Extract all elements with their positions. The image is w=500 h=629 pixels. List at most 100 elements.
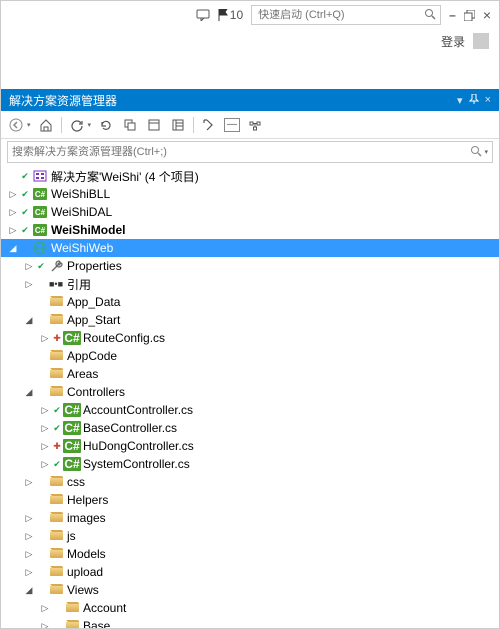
expander-icon[interactable]: ▷	[23, 567, 35, 578]
tree-node[interactable]: ▷ js	[1, 527, 499, 545]
tree-node-label: App_Start	[67, 313, 120, 327]
tree-node[interactable]: ▷Account	[1, 599, 499, 617]
tree-node[interactable]: ◢Views	[1, 581, 499, 599]
panel-header: 解决方案资源管理器 ▾ ×	[1, 89, 499, 111]
panel-title: 解决方案资源管理器	[9, 92, 117, 109]
tree-node[interactable]: ▷ images	[1, 509, 499, 527]
filter-search-icon[interactable]	[470, 145, 482, 160]
expander-icon[interactable]: ◢	[23, 315, 35, 326]
tree-node[interactable]: ◢ App_Start	[1, 311, 499, 329]
quick-launch-search[interactable]	[251, 5, 441, 25]
tree-node[interactable]: ▷✔C#BaseController.cs	[1, 419, 499, 437]
tree-node[interactable]: ▷✔C#SystemController.cs	[1, 455, 499, 473]
tree-node[interactable]: ▷upload	[1, 563, 499, 581]
expander-icon[interactable]: ▷	[23, 549, 35, 560]
toolbar: ▾ ▾ —	[1, 111, 499, 139]
expander-icon[interactable]: ◢	[23, 387, 35, 398]
tree-node-label: WeiShiDAL	[51, 205, 112, 219]
avatar-icon[interactable]	[473, 33, 489, 49]
expander-icon[interactable]: ▷	[7, 207, 19, 218]
tree-node[interactable]: ▷✔Properties	[1, 257, 499, 275]
sync-icon[interactable]	[68, 116, 86, 134]
expander-icon[interactable]: ▷	[39, 405, 51, 416]
spacer	[1, 53, 499, 89]
notifications-flag[interactable]: 10	[218, 8, 243, 22]
expander-icon[interactable]: ▷	[7, 189, 19, 200]
search-icon[interactable]	[424, 8, 436, 23]
restore-icon[interactable]	[464, 10, 475, 21]
back-dropdown-icon[interactable]: ▾	[27, 121, 31, 129]
flag-count: 10	[230, 8, 243, 22]
tree-node[interactable]: ▷✔C#WeiShiModel	[1, 221, 499, 239]
tree-node[interactable]: Helpers	[1, 491, 499, 509]
tree-node-label: Models	[67, 547, 106, 561]
tree-node-label: HuDongController.cs	[83, 439, 194, 453]
show-all-icon[interactable]	[145, 116, 163, 134]
tree-node-label: images	[67, 511, 106, 525]
panel-menu-icon[interactable]: ▾	[457, 94, 463, 107]
view-mode-icon[interactable]: —	[224, 118, 240, 132]
expander-icon[interactable]: ▷	[23, 477, 35, 488]
tree-node[interactable]: ▷✔C#WeiShiDAL	[1, 203, 499, 221]
quick-launch-input[interactable]	[256, 9, 424, 21]
filter-box[interactable]: ▾	[7, 141, 493, 163]
expander-icon[interactable]: ▷	[23, 261, 35, 272]
preview-icon[interactable]	[200, 116, 218, 134]
solution-tree[interactable]: ✔解决方案'WeiShi' (4 个项目)▷✔C#WeiShiBLL▷✔C#We…	[1, 167, 499, 628]
login-link[interactable]: 登录	[441, 33, 465, 50]
expander-icon[interactable]: ▷	[23, 513, 35, 524]
expander-icon[interactable]: ▷	[7, 225, 19, 236]
tree-node[interactable]: Areas	[1, 365, 499, 383]
close-icon[interactable]: ×	[483, 7, 491, 23]
expander-icon[interactable]: ◢	[23, 585, 35, 596]
tree-node-label: AccountController.cs	[83, 403, 193, 417]
tree-node[interactable]: ▷ css	[1, 473, 499, 491]
tree-node[interactable]: ▷Base	[1, 617, 499, 628]
minimize-icon[interactable]: –	[449, 8, 456, 22]
home-icon[interactable]	[37, 116, 55, 134]
collapse-all-icon[interactable]	[121, 116, 139, 134]
expander-icon[interactable]: ▷	[39, 423, 51, 434]
expander-icon[interactable]: ◢	[7, 243, 19, 254]
refresh-icon[interactable]	[97, 116, 115, 134]
top-bar: 10 – ×	[1, 1, 499, 29]
expander-icon[interactable]: ▷	[39, 333, 51, 344]
expander-icon[interactable]: ▷	[39, 441, 51, 452]
expander-icon[interactable]: ▷	[39, 603, 51, 614]
separator	[193, 117, 194, 133]
tree-node[interactable]: ✔解决方案'WeiShi' (4 个项目)	[1, 167, 499, 185]
filter-dropdown-icon[interactable]: ▾	[484, 148, 488, 156]
tree-node[interactable]: ▷✔C#WeiShiBLL	[1, 185, 499, 203]
tree-node[interactable]: ▷■•■引用	[1, 275, 499, 293]
sync-dropdown-icon[interactable]: ▾	[88, 121, 92, 129]
expander-icon[interactable]: ▷	[39, 459, 51, 470]
tree-node-label: css	[67, 475, 85, 489]
panel-pin-icon[interactable]	[469, 94, 479, 107]
tree-node-label: Helpers	[67, 493, 108, 507]
tree-node[interactable]: App_Data	[1, 293, 499, 311]
tree-node[interactable]: ▷✔C#AccountController.cs	[1, 401, 499, 419]
tree-node-label: Controllers	[67, 385, 125, 399]
tree-node-label: js	[67, 529, 76, 543]
panel-close-icon[interactable]: ×	[485, 94, 491, 106]
feedback-icon[interactable]	[196, 9, 210, 21]
properties-icon[interactable]	[169, 116, 187, 134]
tree-node[interactable]: ▷✚C#HuDongController.cs	[1, 437, 499, 455]
tree-node-label: Areas	[67, 367, 98, 381]
tree-node-label: 引用	[67, 276, 91, 293]
expander-icon[interactable]: ▷	[39, 621, 51, 629]
filter-input[interactable]	[12, 146, 470, 158]
tree-node[interactable]: ▷✚C#RouteConfig.cs	[1, 329, 499, 347]
tree-node[interactable]: ◢WeiShiWeb	[1, 239, 499, 257]
back-icon[interactable]	[7, 116, 25, 134]
sub-bar: 登录	[1, 29, 499, 53]
expander-icon[interactable]: ▷	[23, 531, 35, 542]
tree-node[interactable]: ◢ Controllers	[1, 383, 499, 401]
tree-node-label: RouteConfig.cs	[83, 331, 165, 345]
tree-node[interactable]: ▷ Models	[1, 545, 499, 563]
tree-node-label: BaseController.cs	[83, 421, 177, 435]
tree-node-label: AppCode	[67, 349, 117, 363]
tree-node[interactable]: AppCode	[1, 347, 499, 365]
expander-icon[interactable]: ▷	[23, 279, 35, 290]
scope-icon[interactable]	[246, 116, 264, 134]
